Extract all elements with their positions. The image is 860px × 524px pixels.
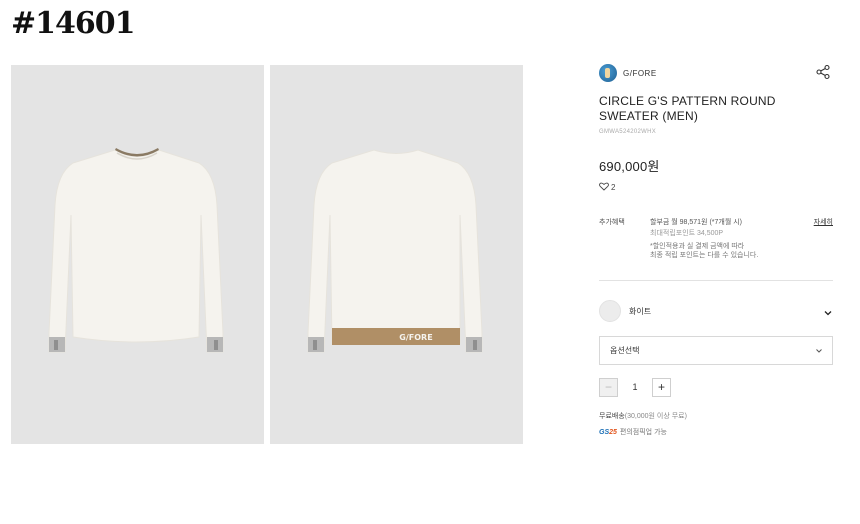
points-note-line1: *할인적용과 실 결제 금액에 따라 xyxy=(650,243,745,250)
pickup-text: 편의점픽업 가능 xyxy=(619,429,667,436)
color-option-name: 화이트 xyxy=(629,306,652,316)
page-id-label: #14601 xyxy=(11,6,136,41)
likes-count: 2 xyxy=(611,183,616,192)
shipping-info: 무료배송(30,000원 이상 무료) xyxy=(599,411,833,421)
product-price: 690,000원 xyxy=(599,159,660,174)
product-title: CIRCLE G'S PATTERN ROUND SWEATER (MEN) xyxy=(599,94,776,123)
likes-row[interactable]: 2 xyxy=(599,182,833,193)
quantity-decrease-button[interactable]: − xyxy=(599,377,618,397)
share-icon[interactable] xyxy=(815,64,831,80)
benefit-label: 추가혜택 xyxy=(599,219,625,226)
chevron-down-icon[interactable] xyxy=(823,305,833,316)
brand-name[interactable]: G/FORE xyxy=(623,69,657,78)
chevron-down-icon xyxy=(815,347,823,355)
product-image-back[interactable]: G/FORE xyxy=(270,65,523,444)
color-option-row[interactable]: 화이트 xyxy=(599,296,833,326)
gs25-logo-num: 25 xyxy=(609,428,617,436)
color-swatch[interactable] xyxy=(599,300,621,322)
gs25-logo: GS25 xyxy=(599,429,617,436)
installment-text: 할부금 월 98,571원 (*7개월 시) xyxy=(650,219,742,226)
shipping-condition: (30,000원 이상 무료) xyxy=(624,413,687,420)
brand-logo-icon[interactable] xyxy=(599,64,617,82)
back-logo-text: G/FORE xyxy=(399,333,432,342)
quantity-value[interactable]: 1 xyxy=(618,382,652,392)
product-gallery: G/FORE xyxy=(11,65,523,444)
heart-icon[interactable] xyxy=(599,182,609,193)
quantity-stepper: − 1 + xyxy=(599,377,833,397)
points-text: 최대적립포인트 34,500P xyxy=(650,230,724,237)
points-note: *할인적용과 실 결제 금액에 따라 최종 적립 포인트는 다를 수 있습니다. xyxy=(650,242,758,260)
product-info-panel: G/FORE CIRCLE G'S PATTERN ROUND SWEATER … xyxy=(599,62,833,437)
brand-row: G/FORE xyxy=(599,62,833,84)
benefit-detail-link[interactable]: 자세히 xyxy=(814,217,833,227)
quantity-increase-button[interactable]: + xyxy=(652,377,671,397)
option-select-label: 옵션선택 xyxy=(610,346,640,355)
pickup-info: GS25 편의점픽업 가능 xyxy=(599,427,833,437)
option-select[interactable]: 옵션선택 xyxy=(599,336,833,365)
points-note-line2: 최종 적립 포인트는 다를 수 있습니다. xyxy=(650,252,759,259)
divider xyxy=(599,280,833,281)
shipping-label: 무료배송 xyxy=(599,413,625,420)
gs25-logo-prefix: GS xyxy=(599,428,610,436)
product-sku: GMWA524202WHX xyxy=(599,129,657,135)
benefit-section: 추가혜택 할부금 월 98,571원 (*7개월 시) 최대적립포인트 34,5… xyxy=(599,217,833,267)
product-image-front[interactable] xyxy=(11,65,264,444)
